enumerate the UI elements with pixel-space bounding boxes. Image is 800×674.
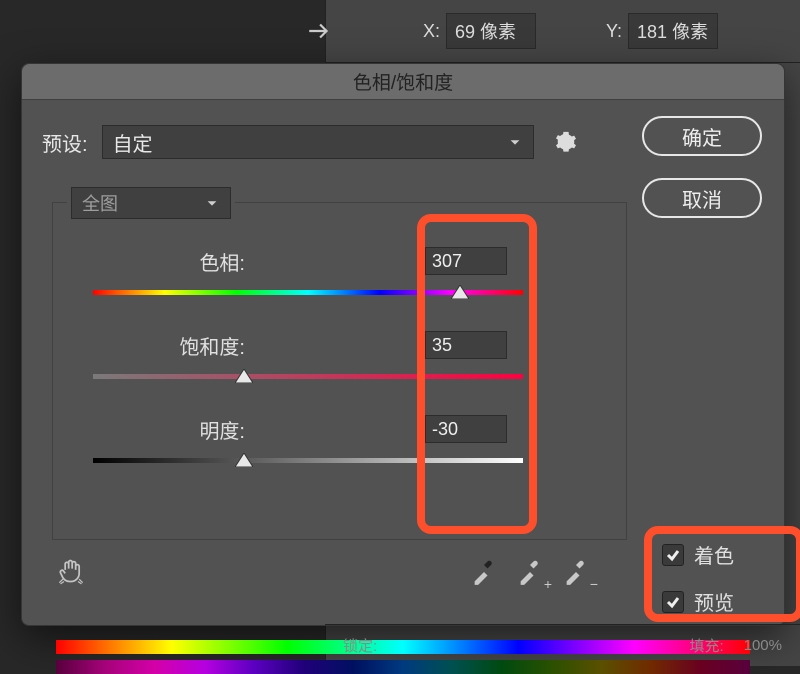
adjustment-frame: 全图 色相: 307 饱和度: 35 bbox=[52, 202, 627, 540]
eyedropper-add-button[interactable]: + bbox=[514, 556, 546, 588]
saturation-thumb[interactable] bbox=[235, 369, 253, 383]
saturation-track bbox=[93, 374, 523, 379]
hue-thumb[interactable] bbox=[451, 285, 469, 299]
hue-slider[interactable] bbox=[93, 287, 523, 299]
x-label: X: bbox=[423, 21, 440, 42]
preset-select[interactable]: 自定 bbox=[102, 125, 534, 159]
x-value-field[interactable]: 69 像素 bbox=[446, 13, 536, 49]
checkbox-icon bbox=[662, 591, 684, 613]
scrubby-slider-button[interactable] bbox=[54, 554, 88, 588]
dialog-title: 色相/饱和度 bbox=[22, 64, 784, 100]
colorize-checkbox[interactable]: 着色 bbox=[662, 540, 734, 569]
eyedropper-subtract-button[interactable]: − bbox=[560, 556, 592, 588]
hue-label: 色相: bbox=[93, 247, 263, 276]
lock-label: 锁定: bbox=[343, 635, 377, 656]
preset-label: 预设: bbox=[42, 128, 88, 157]
cancel-button[interactable]: 取消 bbox=[642, 178, 762, 218]
checkbox-icon bbox=[662, 544, 684, 566]
preview-label: 预览 bbox=[694, 587, 734, 616]
preset-value: 自定 bbox=[113, 128, 153, 157]
gear-icon bbox=[555, 131, 577, 153]
plus-icon: + bbox=[544, 576, 552, 592]
channel-select[interactable]: 全图 bbox=[71, 187, 231, 219]
lightness-thumb[interactable] bbox=[235, 453, 253, 467]
lightness-label: 明度: bbox=[93, 415, 263, 444]
lightness-slider[interactable] bbox=[93, 455, 523, 467]
y-value-field[interactable]: 181 像素 bbox=[628, 13, 718, 49]
chevron-down-icon bbox=[204, 195, 220, 211]
channel-value: 全图 bbox=[82, 190, 118, 216]
lightness-input[interactable]: -30 bbox=[425, 415, 507, 443]
saturation-slider[interactable] bbox=[93, 371, 523, 383]
hand-icon bbox=[57, 557, 85, 585]
host-top-toolbar: X: 69 像素 Y: 181 像素 bbox=[325, 0, 800, 63]
eyedropper-minus-icon bbox=[562, 558, 590, 586]
fill-value: 100% bbox=[744, 637, 782, 654]
host-bottom-bar: 锁定: 填充: 100% bbox=[325, 624, 800, 666]
eyedropper-group: + − bbox=[468, 556, 592, 588]
hue-saturation-dialog: 色相/饱和度 预设: 自定 确定 取消 全图 色相: bbox=[21, 63, 785, 626]
ok-button[interactable]: 确定 bbox=[642, 116, 762, 156]
colorize-label: 着色 bbox=[694, 540, 734, 569]
lightness-track bbox=[93, 458, 523, 463]
minus-icon: − bbox=[590, 576, 598, 592]
eyedropper-icon bbox=[470, 558, 498, 586]
fill-label: 填充: bbox=[689, 635, 723, 656]
chevron-down-icon bbox=[507, 134, 523, 150]
hue-input[interactable]: 307 bbox=[425, 247, 507, 275]
y-label: Y: bbox=[606, 21, 622, 42]
saturation-label: 饱和度: bbox=[93, 331, 263, 360]
preset-options-button[interactable] bbox=[552, 128, 580, 156]
saturation-input[interactable]: 35 bbox=[425, 331, 507, 359]
eyedropper-plus-icon bbox=[516, 558, 544, 586]
eyedropper-button[interactable] bbox=[468, 556, 500, 588]
arrow-right-icon bbox=[305, 17, 333, 45]
preview-checkbox[interactable]: 预览 bbox=[662, 587, 734, 616]
